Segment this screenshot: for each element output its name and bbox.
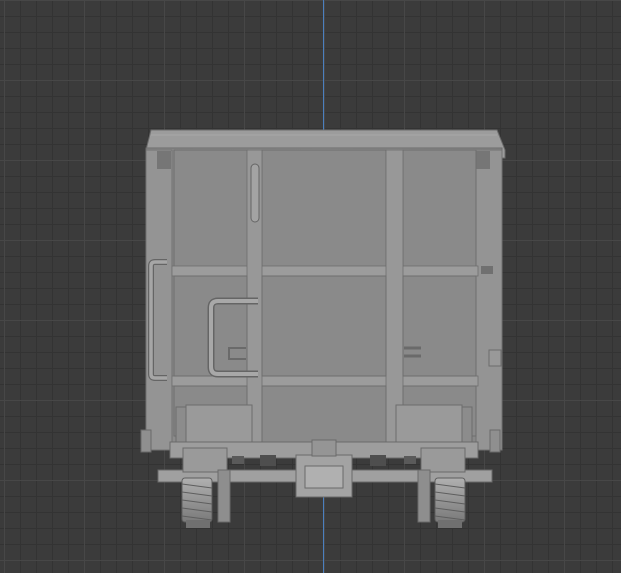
corner-block-right bbox=[476, 151, 490, 169]
spring-left bbox=[181, 477, 213, 523]
side-fitting-right bbox=[488, 349, 502, 367]
corner-block-left bbox=[157, 151, 171, 169]
right-side-post bbox=[475, 149, 503, 451]
frame-rail bbox=[171, 375, 479, 387]
panel bbox=[261, 385, 387, 443]
bogie-frame-left bbox=[182, 447, 228, 473]
side-bracket-right bbox=[481, 266, 493, 274]
panel bbox=[173, 149, 249, 269]
coupler-neck bbox=[311, 439, 337, 457]
3d-viewport[interactable] bbox=[0, 0, 621, 573]
panel bbox=[402, 149, 477, 269]
panel bbox=[402, 275, 477, 377]
wagon-model[interactable] bbox=[0, 0, 621, 573]
upper-handle bbox=[250, 163, 260, 223]
frame-rail bbox=[171, 265, 479, 277]
panel bbox=[261, 275, 387, 377]
panel bbox=[261, 149, 387, 269]
bogie-frame-right bbox=[420, 447, 466, 473]
step-box-right bbox=[395, 404, 463, 446]
step-box-left bbox=[185, 404, 253, 446]
coupler-head bbox=[304, 465, 344, 489]
spring-right bbox=[434, 477, 466, 523]
